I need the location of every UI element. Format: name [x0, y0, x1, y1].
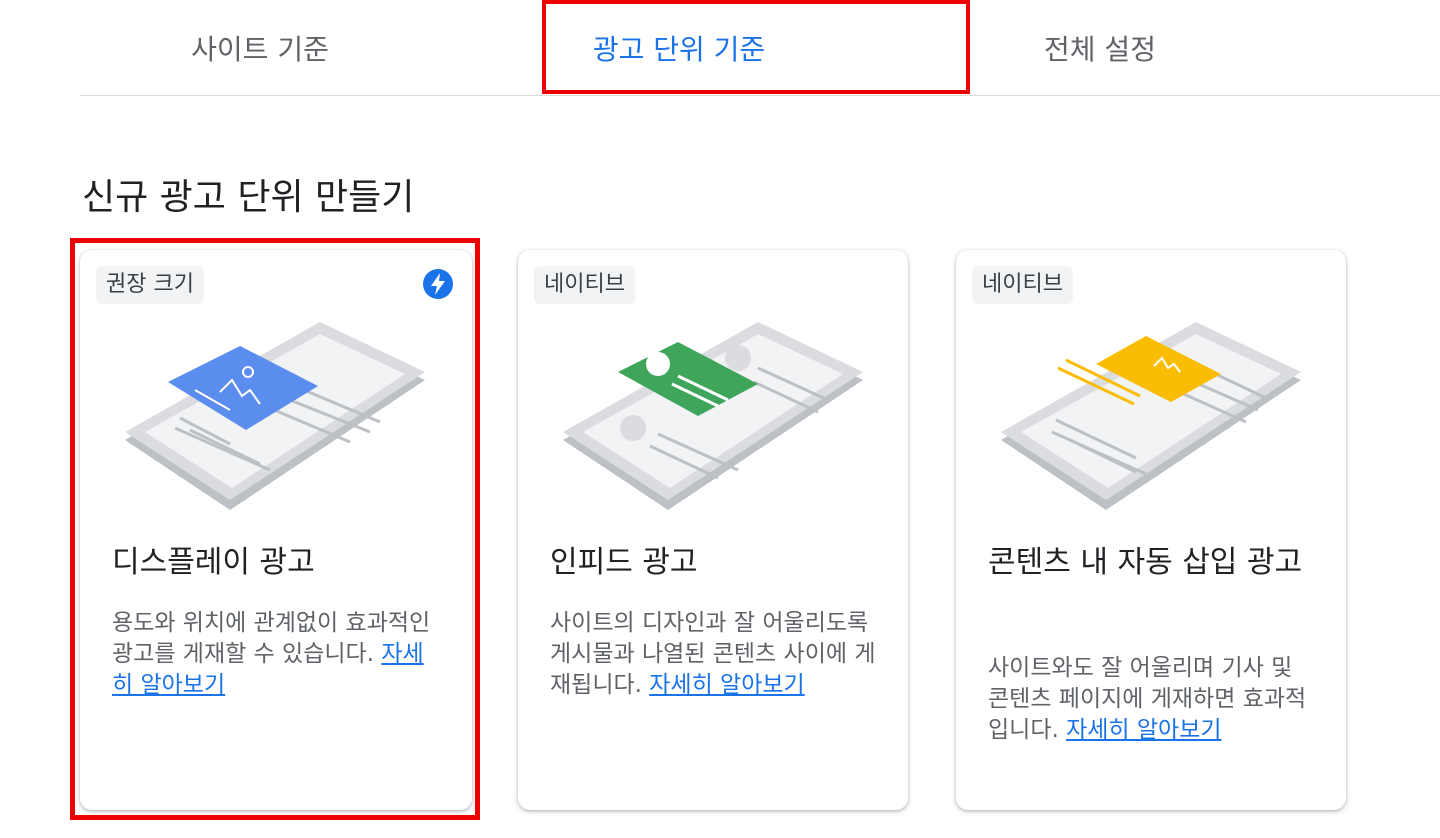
learn-more-link[interactable]: 자세히 알아보기 — [649, 672, 804, 698]
infeed-ad-title: 인피드 광고 — [550, 545, 698, 580]
tab-site[interactable]: 사이트 기준 — [120, 0, 400, 95]
section-title: 신규 광고 단위 만들기 — [82, 177, 415, 218]
infeed-ad-description: 사이트의 디자인과 잘 어울리도록 게시물과 나열된 콘텐츠 사이에 게재됩니다… — [550, 610, 876, 698]
inarticle-ad-card[interactable]: 네이티브 콘텐츠 내 자동 삽입 광고 사이트와도 잘 어울리며 기사 및 콘텐… — [956, 250, 1346, 810]
native-chip: 네이티브 — [534, 266, 635, 304]
learn-more-link[interactable]: 자세히 알아보기 — [1066, 717, 1221, 743]
inarticle-ad-title: 콘텐츠 내 자동 삽입 광고 — [988, 545, 1303, 580]
infeed-ad-card[interactable]: 네이티브 인피드 광고 사이트의 디자인과 잘 어울리도록 게시물과 나열된 콘… — [518, 250, 908, 810]
tab-global-settings[interactable]: 전체 설정 — [960, 0, 1240, 95]
inarticle-ad-description: 사이트와도 잘 어울리며 기사 및 콘텐츠 페이지에 게재하면 효과적입니다. … — [988, 655, 1307, 743]
native-chip: 네이티브 — [972, 266, 1073, 304]
highlight-box-card — [70, 238, 480, 820]
infeed-ad-illustration — [563, 322, 863, 510]
inarticle-ad-illustration — [1001, 322, 1301, 510]
highlight-box-tab — [542, 0, 970, 94]
